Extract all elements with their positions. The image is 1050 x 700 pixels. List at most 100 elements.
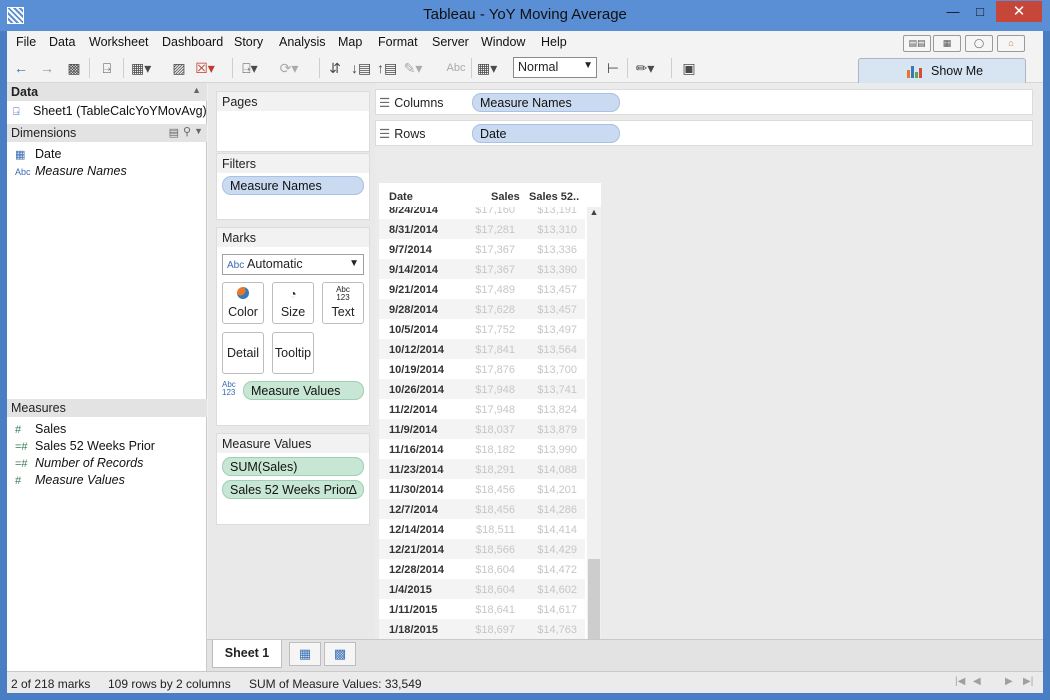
pin-icon[interactable]: ⊢ [603, 59, 623, 77]
new-dashboard-button[interactable]: ▩ [324, 642, 356, 666]
menu-format[interactable]: Format [378, 35, 418, 49]
menu-server[interactable]: Server [432, 35, 469, 49]
forward-icon[interactable]: → [37, 59, 57, 77]
labels-icon[interactable]: Abc [443, 59, 469, 77]
measure-number-of-records[interactable]: =# Number of Records [15, 456, 143, 470]
layout-toggle-2-button[interactable]: ▦ [933, 35, 961, 52]
clear-sheet-icon[interactable]: ☒▾ [195, 59, 215, 77]
scroll-up-icon[interactable]: ▲ [587, 207, 601, 221]
header-date[interactable]: Date [389, 191, 413, 203]
dimension-date[interactable]: ▦ Date [15, 147, 61, 161]
table-row[interactable]: 9/21/2014 $17,489 $13,457 [379, 279, 585, 299]
data-source-item[interactable]: ⍈ Sheet1 (TableCalcYoYMovAvg) [13, 104, 207, 119]
table-row[interactable]: 10/26/2014 $17,948 $13,741 [379, 379, 585, 399]
table-row[interactable]: 9/14/2014 $17,367 $13,390 [379, 259, 585, 279]
menu-story[interactable]: Story [234, 35, 263, 49]
fit-select[interactable]: Normal ▼ [513, 57, 597, 78]
table-row[interactable]: 9/7/2014 $17,367 $13,336 [379, 239, 585, 259]
color-button[interactable]: Color [222, 282, 264, 324]
menu-data[interactable]: Data [49, 35, 75, 49]
table-row[interactable]: 11/23/2014 $18,291 $14,088 [379, 459, 585, 479]
filters-card[interactable]: Filters Measure Names [216, 153, 370, 220]
duplicate-sheet-icon[interactable]: ▨ [169, 59, 189, 77]
marks-pill-measure-values[interactable]: Measure Values [243, 381, 364, 400]
menu-map[interactable]: Map [338, 35, 362, 49]
back-icon[interactable]: ← [11, 59, 31, 77]
measure-measure-values[interactable]: # Measure Values [15, 473, 125, 487]
menu-analysis[interactable]: Analysis [279, 35, 326, 49]
view-list-icon[interactable]: ▤ [169, 126, 179, 139]
swap-icon[interactable]: ⇵ [325, 59, 345, 77]
prev-sheet-icon[interactable]: ◀ [973, 676, 981, 687]
search-icon[interactable]: ⚲ [183, 125, 191, 138]
text-button[interactable]: Abc 123 Text [322, 282, 364, 324]
close-button[interactable]: ✕ [996, 1, 1042, 22]
highlight-icon[interactable]: ✎▾ [403, 59, 423, 77]
columns-shelf[interactable]: ☰ Columns Measure Names [375, 89, 1033, 115]
layout-toggle-3-button[interactable]: ◯ [965, 35, 993, 52]
sort-toggle-icon[interactable]: ▲ [192, 85, 201, 95]
table-row[interactable]: 10/12/2014 $17,841 $13,564 [379, 339, 585, 359]
table-row[interactable]: 12/28/2014 $18,604 $14,472 [379, 559, 585, 579]
table-row[interactable]: 11/16/2014 $18,182 $13,990 [379, 439, 585, 459]
table-row[interactable]: 9/28/2014 $17,628 $13,457 [379, 299, 585, 319]
vertical-scrollbar[interactable]: ▲ ▼ [587, 207, 601, 665]
table-row[interactable]: 11/9/2014 $18,037 $13,879 [379, 419, 585, 439]
datasource-icon[interactable]: ⍈ [97, 59, 117, 77]
menu-dashboard[interactable]: Dashboard [162, 35, 223, 49]
columns-pill-measure-names[interactable]: Measure Names [472, 93, 620, 112]
table-row[interactable]: 1/11/2015 $18,641 $14,617 [379, 599, 585, 619]
menu-worksheet[interactable]: Worksheet [89, 35, 149, 49]
size-button[interactable]: ◔ Size [272, 282, 314, 324]
table-row[interactable]: 12/7/2014 $18,456 $14,286 [379, 499, 585, 519]
layout-toggle-1-button[interactable]: ▤▤ [903, 35, 931, 52]
annotate-icon[interactable]: ✏▾ [635, 59, 655, 77]
presentation-icon[interactable]: ▣ [679, 59, 699, 77]
mark-type-select[interactable]: Abc Automatic ▼ [222, 254, 364, 275]
table-row[interactable]: 8/31/2014 $17,281 $13,310 [379, 219, 585, 239]
scroll-thumb[interactable] [588, 559, 600, 645]
tab-sheet-1[interactable]: Sheet 1 [212, 640, 282, 668]
sort-desc-icon[interactable]: ↑▤ [377, 59, 397, 77]
dimension-measure-names[interactable]: Abc Measure Names [15, 164, 127, 178]
detail-button[interactable]: Detail [222, 332, 264, 374]
table-row[interactable]: 8/24/2014 $17,160 $13,191 [379, 207, 585, 219]
header-sales-52-weeks[interactable]: Sales 52.. [529, 191, 579, 203]
table-row[interactable]: 10/19/2014 $17,876 $13,700 [379, 359, 585, 379]
measure-sales[interactable]: # Sales [15, 422, 66, 436]
first-sheet-icon[interactable]: |◀ [955, 676, 965, 687]
fix-axes-icon[interactable]: ▦▾ [477, 59, 497, 77]
table-row[interactable]: 1/4/2015 $18,604 $14,602 [379, 579, 585, 599]
header-sales[interactable]: Sales [491, 191, 520, 203]
save-icon[interactable]: ▩ [64, 59, 84, 77]
pill-sales-52-weeks-prior[interactable]: Sales 52 Weeks Prior Δ [222, 480, 364, 499]
menu-window[interactable]: Window [481, 35, 525, 49]
home-button[interactable]: ⌂ [997, 35, 1025, 52]
filter-pill-measure-names[interactable]: Measure Names [222, 176, 364, 195]
pill-sum-sales[interactable]: SUM(Sales) [222, 457, 364, 476]
chevron-down-icon[interactable]: ▼ [194, 126, 203, 136]
rows-shelf[interactable]: ☰ Rows Date [375, 120, 1033, 146]
table-row[interactable]: 12/21/2014 $18,566 $14,429 [379, 539, 585, 559]
refresh-icon[interactable]: ⟳▾ [279, 59, 299, 77]
table-row[interactable]: 12/14/2014 $18,511 $14,414 [379, 519, 585, 539]
measure-sales-52-weeks-prior[interactable]: =# Sales 52 Weeks Prior [15, 439, 155, 453]
menu-file[interactable]: File [16, 35, 36, 49]
sort-asc-icon[interactable]: ↓▤ [351, 59, 371, 77]
new-sheet-icon[interactable]: ▦▾ [131, 59, 151, 77]
new-worksheet-button[interactable]: ▦ [289, 642, 321, 666]
rows-pill-date[interactable]: Date [472, 124, 620, 143]
menu-help[interactable]: Help [541, 35, 567, 49]
maximize-button[interactable]: □ [967, 1, 993, 22]
tooltip-button[interactable]: Tooltip [272, 332, 314, 374]
next-sheet-icon[interactable]: ▶ [1005, 676, 1013, 687]
show-me-button[interactable]: Show Me [858, 58, 1026, 83]
last-sheet-icon[interactable]: ▶| [1023, 676, 1033, 687]
table-row[interactable]: 11/30/2014 $18,456 $14,201 [379, 479, 585, 499]
minimize-button[interactable]: — [940, 1, 966, 22]
table-row[interactable]: 10/5/2014 $17,752 $13,497 [379, 319, 585, 339]
table-row[interactable]: 1/18/2015 $18,697 $14,763 [379, 619, 585, 639]
pages-card[interactable]: Pages [216, 91, 370, 152]
table-row[interactable]: 11/2/2014 $17,948 $13,824 [379, 399, 585, 419]
pause-update-icon[interactable]: ⍈▾ [240, 59, 260, 77]
